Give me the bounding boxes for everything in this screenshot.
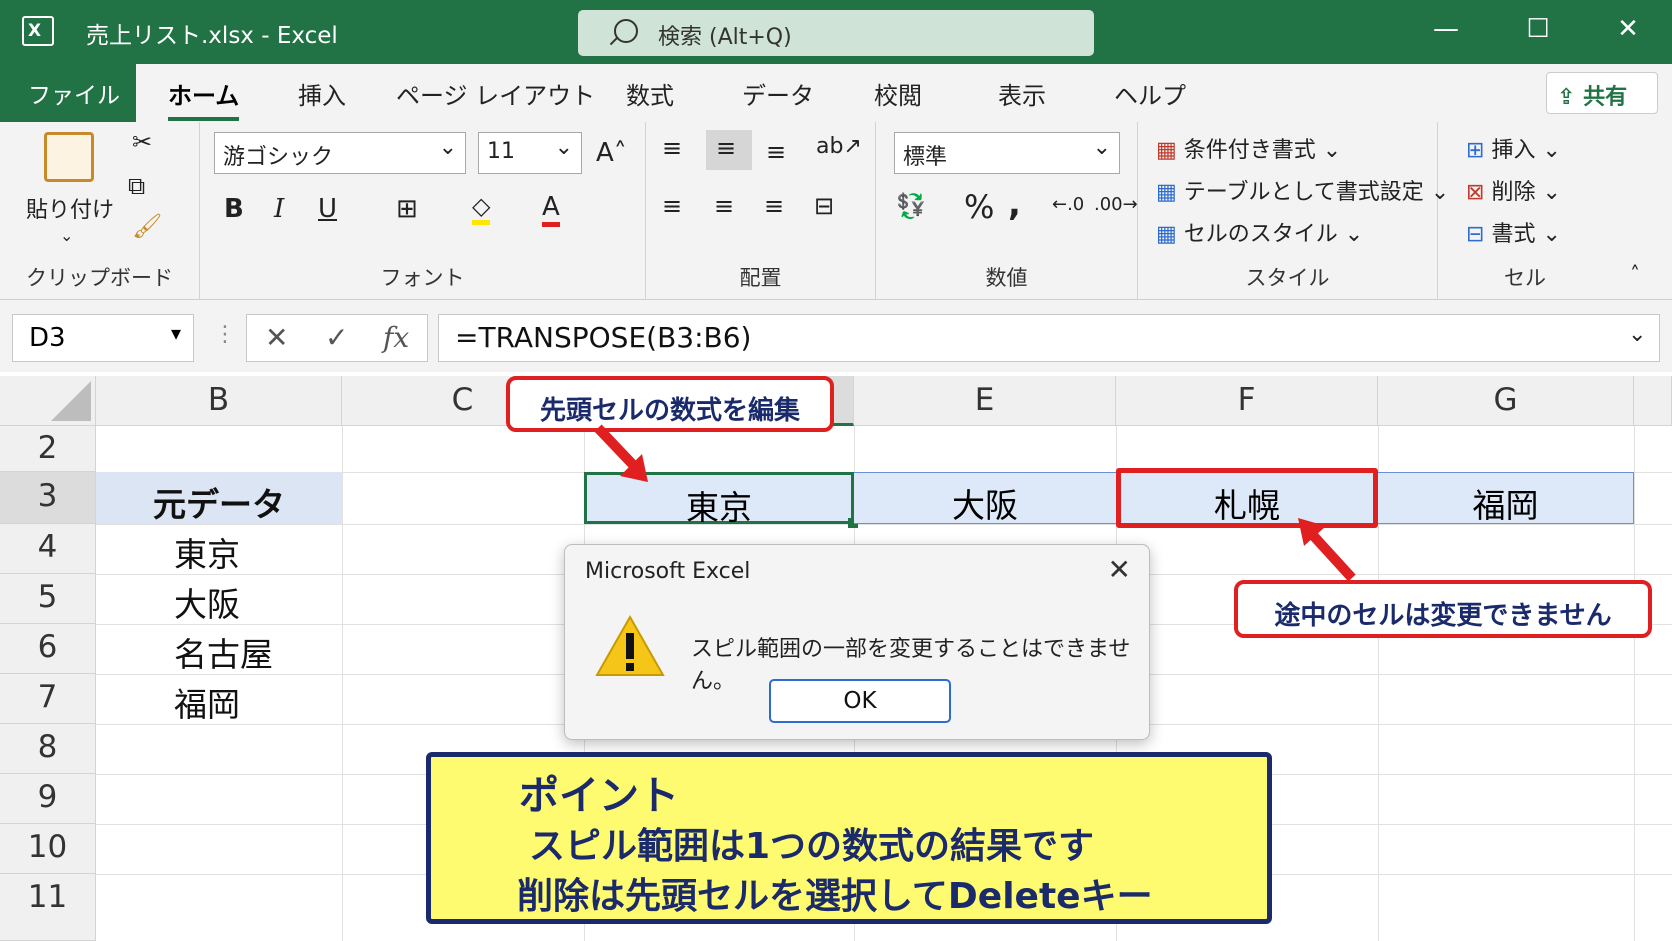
error-dialog: Microsoft Excel ✕ スピル範囲の一部を変更することはできません。… [564, 544, 1150, 740]
dialog-close-button[interactable]: ✕ [1108, 553, 1131, 586]
excel-window: X 売上リスト.xlsx - Excel 検索 (Alt+Q) — ☐ ✕ ファ… [0, 0, 1672, 941]
warning-icon [595, 614, 665, 676]
point-line-2: 削除は先頭セルを選択してDeleteキー [517, 876, 1153, 917]
point-heading: ポイント [519, 773, 679, 819]
dialog-title: Microsoft Excel [585, 559, 751, 584]
point-note: ポイント スピル範囲は1つの数式の結果です 削除は先頭セルを選択してDelete… [426, 752, 1272, 924]
point-line-1: スピル範囲は1つの数式の結果です [529, 826, 1095, 867]
ok-button[interactable]: OK [769, 679, 951, 723]
